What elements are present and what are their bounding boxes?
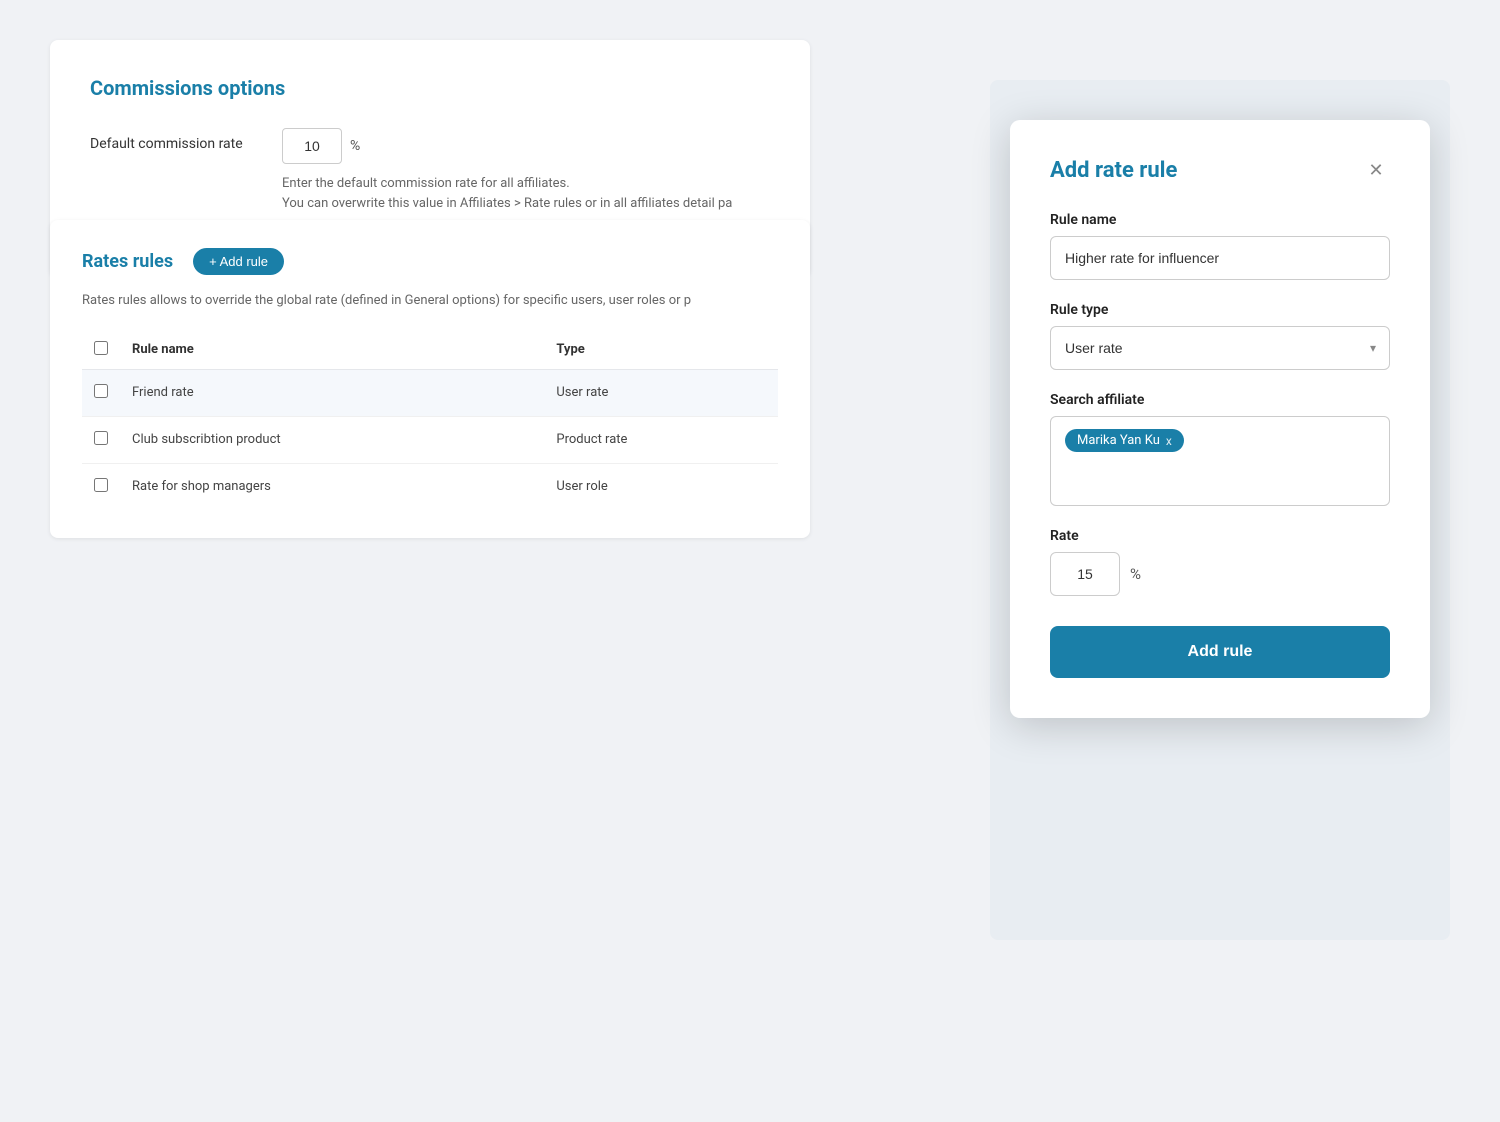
affiliate-tag[interactable]: Marika Yan Ku x	[1065, 429, 1184, 452]
rule-type-label: Rule type	[1050, 302, 1390, 318]
table-row: Rate for shop managers User role	[82, 463, 778, 510]
row-checkbox[interactable]	[94, 478, 108, 492]
add-rule-submit-button[interactable]: Add rule	[1050, 626, 1390, 678]
close-modal-button[interactable]: ✕	[1362, 156, 1390, 184]
rates-description: Rates rules allows to override the globa…	[82, 291, 778, 311]
modal-title: Add rate rule	[1050, 158, 1177, 183]
col-rule-name: Rule name	[120, 331, 544, 370]
table-row: Club subscribtion product Product rate	[82, 416, 778, 463]
rule-type-cell: User role	[544, 463, 778, 510]
commissions-title: Commissions options	[90, 76, 770, 100]
col-type: Type	[544, 331, 778, 370]
add-rate-rule-modal: Add rate rule ✕ Rule name Rule type User…	[1010, 120, 1430, 718]
select-all-checkbox[interactable]	[94, 341, 108, 355]
rule-name-group: Rule name	[1050, 212, 1390, 280]
tag-remove-icon[interactable]: x	[1166, 434, 1172, 448]
search-affiliate-group: Search affiliate Marika Yan Ku x	[1050, 392, 1390, 506]
rate-input[interactable]	[1050, 552, 1120, 596]
table-row: Friend rate User rate	[82, 369, 778, 416]
affiliate-tag-name: Marika Yan Ku	[1077, 433, 1160, 448]
row-checkbox[interactable]	[94, 431, 108, 445]
rule-type-cell: User rate	[544, 369, 778, 416]
search-affiliate-label: Search affiliate	[1050, 392, 1390, 408]
rates-rules-title: Rates rules	[82, 251, 173, 272]
rule-name-cell: Friend rate	[120, 369, 544, 416]
affiliate-search-box[interactable]: Marika Yan Ku x	[1050, 416, 1390, 506]
commission-hint: Enter the default commission rate for al…	[282, 174, 732, 213]
rate-group: Rate %	[1050, 528, 1390, 596]
rules-table: Rule name Type Friend rate User rate Clu…	[82, 331, 778, 510]
commission-rate-input[interactable]	[282, 128, 342, 164]
rate-percent-symbol: %	[1130, 565, 1141, 583]
commission-percent-symbol: %	[350, 138, 360, 154]
rule-type-cell: Product rate	[544, 416, 778, 463]
add-rule-button[interactable]: + Add rule	[193, 248, 284, 275]
commission-rate-label: Default commission rate	[90, 128, 250, 152]
rule-type-group: Rule type User rate Product rate User ro…	[1050, 302, 1390, 370]
rule-name-input[interactable]	[1050, 236, 1390, 280]
row-checkbox[interactable]	[94, 384, 108, 398]
rule-name-cell: Rate for shop managers	[120, 463, 544, 510]
rule-type-select[interactable]: User rate Product rate User role	[1050, 326, 1390, 370]
rule-name-label: Rule name	[1050, 212, 1390, 228]
rates-rules-section: Rates rules + Add rule Rates rules allow…	[50, 220, 810, 538]
rate-label: Rate	[1050, 528, 1390, 544]
rule-name-cell: Club subscribtion product	[120, 416, 544, 463]
